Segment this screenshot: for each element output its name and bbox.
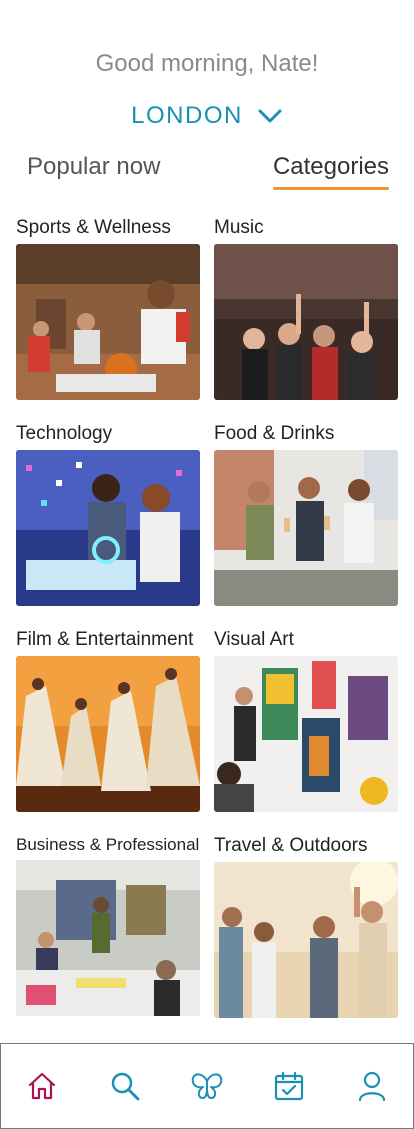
category-label: Travel & Outdoors — [214, 835, 368, 856]
nav-calendar-button[interactable] — [264, 1061, 314, 1111]
category-label: Sports & Wellness — [16, 217, 171, 238]
chevron-down-icon — [258, 109, 282, 123]
category-card-film-entertainment[interactable]: Film & Entertainment — [16, 629, 200, 812]
home-icon — [29, 1072, 56, 1100]
workshop-meeting-photo[interactable] — [16, 860, 200, 1016]
tab-bar: Popular now Categories — [27, 153, 390, 190]
tab-popular-now[interactable]: Popular now — [27, 153, 160, 187]
city-label: LONDON — [131, 102, 243, 129]
category-card-business-professional[interactable]: Business & Professional — [16, 835, 200, 1016]
bottom-nav — [0, 1043, 414, 1129]
nav-discover-button[interactable] — [182, 1061, 232, 1111]
greeting: Good morning, Nate! — [95, 50, 319, 77]
search-icon — [111, 1072, 140, 1101]
butterfly-icon — [191, 1073, 223, 1099]
nav-search-button[interactable] — [100, 1061, 150, 1111]
category-card-visual-art[interactable]: Visual Art — [214, 629, 398, 812]
concert-crowd-photo[interactable] — [214, 244, 398, 400]
category-label: Technology — [16, 423, 113, 444]
basketball-players-photo[interactable] — [16, 244, 200, 400]
category-card-technology[interactable]: Technology — [16, 423, 200, 606]
nav-home-button[interactable] — [17, 1061, 67, 1111]
category-label: Food & Drinks — [214, 423, 335, 444]
nav-profile-button[interactable] — [347, 1061, 397, 1111]
tab-categories[interactable]: Categories — [272, 153, 390, 190]
category-card-music[interactable]: Music — [214, 217, 398, 400]
friends-toasting-photo[interactable] — [214, 450, 398, 606]
city-selector[interactable]: LONDON — [0, 102, 414, 130]
category-label: Business & Professional — [16, 835, 200, 854]
category-card-sports-wellness[interactable]: Sports & Wellness — [16, 217, 200, 400]
category-label: Music — [214, 217, 264, 238]
category-label: Film & Entertainment — [16, 629, 194, 650]
art-gallery-photo[interactable] — [214, 656, 398, 812]
friends-outdoors-photo[interactable] — [214, 862, 398, 1018]
category-card-food-drinks[interactable]: Food & Drinks — [214, 423, 398, 606]
tech-exhibit-photo[interactable] — [16, 450, 200, 606]
profile-icon — [358, 1071, 385, 1102]
calendar-check-icon — [275, 1071, 304, 1101]
category-card-travel-outdoors[interactable]: Travel & Outdoors — [214, 835, 398, 1018]
category-label: Visual Art — [214, 629, 294, 650]
dancers-stage-photo[interactable] — [16, 656, 200, 812]
